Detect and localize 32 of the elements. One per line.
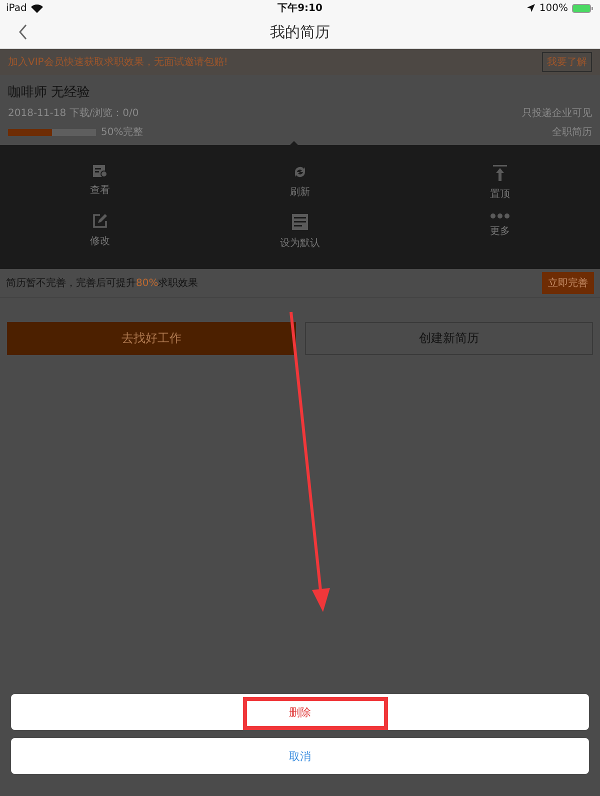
tip-text: 简历暂不完善，完善后可提升80%求职效果 bbox=[6, 276, 198, 290]
visibility-text: 只投递企业可见 bbox=[522, 106, 592, 120]
action-item[interactable]: 查看 bbox=[0, 164, 200, 201]
complete-now-button[interactable]: 立即完善 bbox=[542, 272, 594, 294]
action-item[interactable]: 刷新 bbox=[200, 164, 400, 201]
device-name: iPad bbox=[6, 2, 27, 14]
page-title: 我的简历 bbox=[270, 22, 330, 42]
document-icon bbox=[92, 164, 108, 178]
action-button[interactable]: 创建新简历 bbox=[304, 322, 593, 355]
resume-type: 全职简历 bbox=[552, 126, 592, 139]
completeness-text: 50%完整 bbox=[101, 126, 144, 139]
card-icon bbox=[291, 213, 309, 231]
back-icon[interactable] bbox=[18, 24, 28, 40]
edit-icon bbox=[92, 213, 108, 229]
pin-to-top-icon bbox=[492, 164, 508, 182]
vip-promo-text: 加入VIP会员快速获取求职效果，无面试邀请包赔! bbox=[8, 56, 228, 69]
action-item[interactable]: 设为默认 bbox=[200, 213, 400, 250]
clock: 下午9:10 bbox=[278, 2, 322, 15]
cancel-button[interactable]: 取消 bbox=[11, 738, 589, 774]
action-item[interactable]: 置顶 bbox=[400, 164, 600, 201]
action-item[interactable]: 修改 bbox=[0, 213, 200, 250]
resume-title: 咖啡师 无经验 bbox=[8, 84, 92, 101]
resume-meta: 2018-11-18 下载/浏览：0/0 bbox=[8, 106, 139, 120]
battery-percent: 100% bbox=[539, 2, 568, 14]
action-item[interactable]: 更多 bbox=[400, 213, 600, 250]
battery-icon bbox=[572, 4, 594, 12]
refresh-icon bbox=[292, 164, 308, 180]
wifi-icon bbox=[30, 4, 43, 12]
more-icon bbox=[490, 213, 510, 219]
action-button[interactable]: 去找好工作 bbox=[7, 322, 296, 355]
location-icon bbox=[527, 4, 536, 12]
delete-button[interactable]: 删除 bbox=[11, 694, 589, 730]
